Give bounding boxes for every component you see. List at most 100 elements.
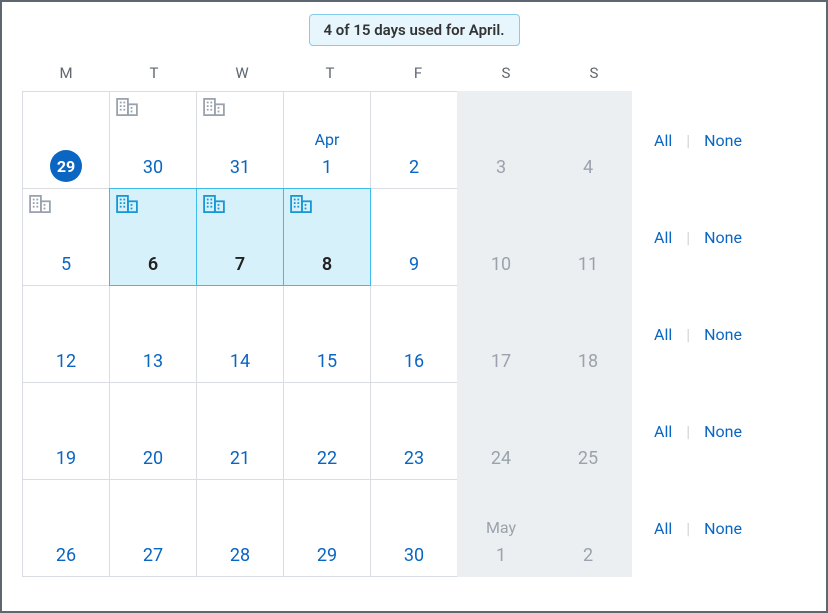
select-all-link[interactable]: All — [654, 519, 672, 538]
day-number: 30 — [110, 157, 196, 178]
separator: | — [686, 325, 690, 344]
calendar: M T W T F S S 29293031Apr1234All|None567… — [22, 58, 806, 577]
day-cell[interactable]: 21 — [196, 382, 284, 480]
day-cell[interactable]: 22 — [283, 382, 371, 480]
day-number: 18 — [545, 351, 631, 372]
select-none-link[interactable]: None — [704, 325, 742, 344]
day-number: 16 — [371, 351, 457, 372]
select-none-link[interactable]: None — [704, 228, 742, 247]
separator: | — [686, 422, 690, 441]
day-cell[interactable]: 28 — [196, 479, 284, 577]
day-number: 17 — [458, 351, 544, 372]
day-cell[interactable]: 25 — [544, 382, 632, 480]
day-number: 10 — [458, 254, 544, 275]
day-number: 25 — [545, 448, 631, 469]
day-number: 27 — [110, 545, 196, 566]
week-row: 12131415161718 All | None — [22, 286, 806, 383]
day-cell[interactable]: 23 — [370, 382, 458, 480]
dow-header: M T W T F S S — [22, 58, 806, 92]
day-cell[interactable]: 24 — [457, 382, 545, 480]
week-row: 19202122232425 All | None — [22, 383, 806, 480]
day-cell[interactable]: 8 — [283, 188, 371, 286]
building-icon — [116, 195, 138, 213]
day-number: 22 — [284, 448, 370, 469]
select-all-link[interactable]: All — [654, 422, 672, 441]
day-cell[interactable]: 12 — [22, 285, 110, 383]
day-cell[interactable]: 16 — [370, 285, 458, 383]
day-number: 2 — [371, 157, 457, 178]
day-number: 24 — [458, 448, 544, 469]
today-marker: 29 — [50, 150, 82, 182]
separator: | — [686, 131, 690, 150]
month-label: May — [458, 518, 544, 537]
day-number: 9 — [371, 254, 457, 275]
day-cell[interactable]: 14 — [196, 285, 284, 383]
day-number: 29 — [284, 545, 370, 566]
day-number: 30 — [371, 545, 457, 566]
day-number: 5 — [23, 254, 109, 275]
building-icon — [203, 195, 225, 213]
day-cell[interactable]: 30 — [370, 479, 458, 577]
day-number: 23 — [371, 448, 457, 469]
day-number: 1 — [458, 545, 544, 566]
day-cell[interactable]: 10 — [457, 188, 545, 286]
select-none-link[interactable]: None — [704, 131, 742, 150]
day-number: 31 — [197, 157, 283, 178]
day-cell[interactable]: 15 — [283, 285, 371, 383]
day-number: 21 — [197, 448, 283, 469]
day-cell[interactable]: 2 — [544, 479, 632, 577]
building-icon — [203, 98, 225, 116]
dow-sat: S — [462, 58, 550, 92]
day-cell[interactable]: Apr1 — [283, 91, 371, 189]
row-actions: All | None — [632, 383, 806, 480]
day-number: 20 — [110, 448, 196, 469]
day-number: 11 — [545, 254, 631, 275]
day-cell[interactable]: 11 — [544, 188, 632, 286]
day-number: 26 — [23, 545, 109, 566]
dow-thu: T — [286, 58, 374, 92]
day-cell[interactable]: 29 — [283, 479, 371, 577]
building-icon — [290, 195, 312, 213]
day-number: 14 — [197, 351, 283, 372]
day-number: 13 — [110, 351, 196, 372]
day-cell[interactable]: 31 — [196, 91, 284, 189]
day-number: 29 — [57, 157, 75, 176]
day-cell[interactable]: 6 — [109, 188, 197, 286]
day-cell[interactable]: 2929 — [22, 91, 110, 189]
day-cell[interactable]: 4 — [544, 91, 632, 189]
day-cell[interactable]: 13 — [109, 285, 197, 383]
building-icon — [116, 98, 138, 116]
day-cell[interactable]: 18 — [544, 285, 632, 383]
day-cell[interactable]: 9 — [370, 188, 458, 286]
row-actions: All | None — [632, 92, 806, 189]
day-number: 4 — [545, 157, 631, 178]
select-all-link[interactable]: All — [654, 325, 672, 344]
day-number: 1 — [284, 157, 370, 178]
day-number: 3 — [458, 157, 544, 178]
day-cell[interactable]: 26 — [22, 479, 110, 577]
day-cell[interactable]: 20 — [109, 382, 197, 480]
week-row: 567891011All|None — [22, 189, 806, 286]
day-cell[interactable]: 7 — [196, 188, 284, 286]
select-none-link[interactable]: None — [704, 519, 742, 538]
day-number: 28 — [197, 545, 283, 566]
day-cell[interactable]: 27 — [109, 479, 197, 577]
day-cell[interactable]: 17 — [457, 285, 545, 383]
day-cell[interactable]: 19 — [22, 382, 110, 480]
row-actions: All | None — [632, 286, 806, 383]
select-none-link[interactable]: None — [704, 422, 742, 441]
select-all-link[interactable]: All — [654, 228, 672, 247]
day-cell[interactable]: 5 — [22, 188, 110, 286]
day-cell[interactable]: 3 — [457, 91, 545, 189]
separator: | — [686, 519, 690, 538]
day-cell[interactable]: 2 — [370, 91, 458, 189]
day-number: 19 — [23, 448, 109, 469]
day-cell[interactable]: 30 — [109, 91, 197, 189]
dow-sun: S — [550, 58, 638, 92]
select-all-link[interactable]: All — [654, 131, 672, 150]
usage-banner: 4 of 15 days used for April. — [309, 14, 520, 46]
dow-mon: M — [22, 58, 110, 92]
day-number: 6 — [110, 254, 196, 275]
day-cell[interactable]: May 1 — [457, 479, 545, 577]
day-number: 8 — [284, 254, 370, 275]
